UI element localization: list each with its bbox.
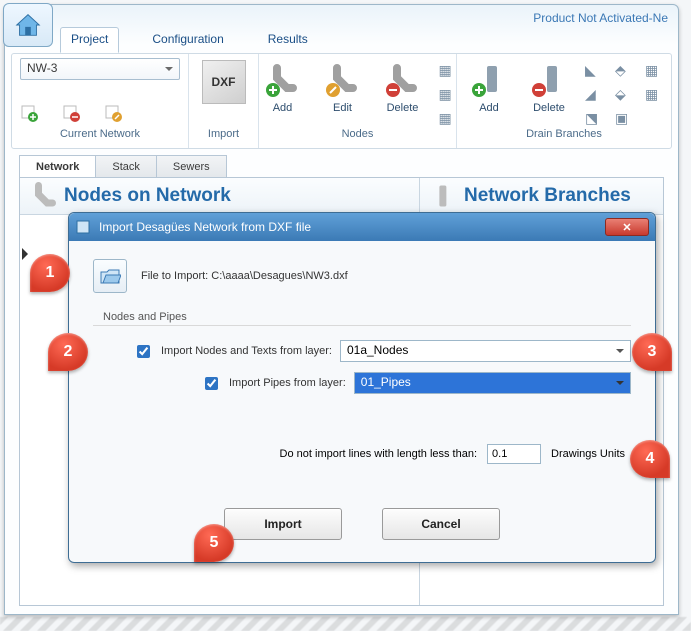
min-length-input[interactable] bbox=[487, 444, 541, 464]
close-icon: ✕ bbox=[622, 221, 631, 234]
group-label: Nodes and Pipes bbox=[103, 311, 631, 323]
subtab-network[interactable]: Network bbox=[19, 155, 96, 179]
fitting-icon[interactable]: ⬘ bbox=[615, 62, 633, 78]
ribbon: NW-3 Current Network DXF bbox=[11, 53, 672, 149]
folder-open-icon bbox=[99, 265, 121, 287]
tab-results[interactable]: Results bbox=[257, 27, 319, 53]
grid-icon-4[interactable]: ▦ bbox=[645, 62, 663, 78]
network-mini-icons bbox=[20, 104, 180, 122]
pipes-layer-combo[interactable]: 01_Pipes bbox=[354, 372, 631, 394]
import-dxf-dialog: Import Desagües Network from DXF file ✕ … bbox=[68, 212, 656, 563]
callout-2: 2 bbox=[48, 333, 88, 371]
ribbon-title-current-network: Current Network bbox=[60, 126, 140, 140]
ribbon-title-nodes: Nodes bbox=[342, 126, 374, 140]
dxf-icon: DXF bbox=[202, 60, 246, 104]
ribbon-title-import: Import bbox=[208, 126, 239, 140]
network-edit-icon[interactable] bbox=[104, 104, 122, 122]
import-pipes-row: Import Pipes from layer: 01_Pipes bbox=[201, 372, 631, 394]
elbow-icon-2[interactable]: ◢ bbox=[585, 86, 603, 102]
network-add-icon[interactable] bbox=[20, 104, 38, 122]
drain-small-icons-3: ▦ ▦ bbox=[645, 58, 663, 102]
app-orb-button[interactable] bbox=[3, 3, 53, 47]
dialog-titlebar[interactable]: Import Desagües Network from DXF file ✕ bbox=[69, 213, 655, 241]
grid-icon-2[interactable]: ▦ bbox=[439, 86, 457, 102]
pipe-add-icon bbox=[263, 60, 303, 100]
tab-configuration[interactable]: Configuration bbox=[141, 27, 234, 53]
drain-delete-icon bbox=[529, 60, 569, 100]
ribbon-group-current-network: NW-3 Current Network bbox=[12, 54, 189, 148]
row-indicator-icon bbox=[22, 248, 34, 260]
min-length-label: Do not import lines with length less tha… bbox=[280, 448, 478, 460]
import-nodes-checkbox[interactable] bbox=[137, 345, 150, 358]
activation-status: Product Not Activated-Ne bbox=[533, 11, 668, 25]
browse-file-button[interactable] bbox=[93, 259, 127, 293]
drain-delete-label: Delete bbox=[533, 102, 565, 114]
callout-1: 1 bbox=[30, 254, 70, 292]
file-row: File to Import: C:\aaaa\Desagues\NW3.dxf bbox=[93, 259, 631, 293]
drain-add-label: Add bbox=[479, 102, 499, 114]
main-menu: Project Configuration Results bbox=[60, 27, 319, 53]
pane-nodes-header: Nodes on Network bbox=[20, 178, 419, 215]
grid-icon-5[interactable]: ▦ bbox=[645, 86, 663, 102]
pane-branches-header: Network Branches bbox=[420, 178, 663, 215]
drain-add-icon bbox=[469, 60, 509, 100]
home-icon bbox=[13, 10, 43, 40]
file-path-label: File to Import: C:\aaaa\Desagues\NW3.dxf bbox=[141, 270, 348, 282]
import-nodes-row: Import Nodes and Texts from layer: 01a_N… bbox=[133, 340, 631, 362]
branch-pipe-icon bbox=[428, 182, 456, 210]
pipe-icon bbox=[28, 182, 56, 210]
cancel-button[interactable]: Cancel bbox=[382, 508, 500, 540]
import-dxf-button[interactable]: DXF bbox=[198, 58, 250, 106]
drain-add-button[interactable]: Add bbox=[465, 58, 513, 116]
import-nodes-label: Import Nodes and Texts from layer: bbox=[161, 345, 332, 357]
import-pipes-checkbox[interactable] bbox=[205, 377, 218, 390]
nodes-list-icons: ▦ ▦ ▦ bbox=[439, 58, 457, 126]
min-length-row: Do not import lines with length less tha… bbox=[93, 444, 625, 464]
fitting-icon-3[interactable]: ▣ bbox=[615, 110, 633, 126]
dialog-button-row: Import Cancel bbox=[93, 508, 631, 540]
callout-3: 3 bbox=[632, 333, 672, 371]
nodes-add-label: Add bbox=[273, 102, 293, 114]
nodes-delete-button[interactable]: Delete bbox=[379, 58, 427, 116]
dialog-title-text: Import Desagües Network from DXF file bbox=[99, 220, 311, 234]
nodes-layer-combo[interactable]: 01a_Nodes bbox=[340, 340, 631, 362]
nodes-edit-button[interactable]: Edit bbox=[319, 58, 367, 116]
import-button[interactable]: Import bbox=[224, 508, 342, 540]
ribbon-title-drain: Drain Branches bbox=[526, 126, 602, 140]
close-button[interactable]: ✕ bbox=[605, 218, 649, 236]
callout-5: 5 bbox=[194, 524, 234, 562]
subtab-sewers[interactable]: Sewers bbox=[157, 155, 227, 179]
subtabs: Network Stack Sewers bbox=[19, 155, 227, 179]
pane-branches-title: Network Branches bbox=[464, 185, 631, 207]
pipe-edit-icon bbox=[323, 60, 363, 100]
nodes-add-button[interactable]: Add bbox=[259, 58, 307, 116]
subtab-stack[interactable]: Stack bbox=[96, 155, 157, 179]
ribbon-group-import: DXF Import bbox=[189, 54, 259, 148]
elbow-icon-3[interactable]: ⬔ bbox=[585, 110, 603, 126]
group-rule bbox=[93, 325, 631, 326]
grid-icon[interactable]: ▦ bbox=[439, 62, 457, 78]
nodes-edit-label: Edit bbox=[333, 102, 352, 114]
torn-edge-decoration bbox=[0, 617, 691, 631]
import-pipes-label: Import Pipes from layer: bbox=[229, 377, 346, 389]
callout-4: 4 bbox=[630, 440, 670, 478]
drain-small-icons-2: ⬘ ⬙ ▣ bbox=[615, 58, 633, 126]
drain-small-icons-1: ◣ ◢ ⬔ bbox=[585, 58, 603, 126]
network-delete-icon[interactable] bbox=[62, 104, 80, 122]
dialog-icon bbox=[75, 219, 91, 235]
drain-delete-button[interactable]: Delete bbox=[525, 58, 573, 116]
pane-nodes-title: Nodes on Network bbox=[64, 185, 231, 207]
grid-icon-3[interactable]: ▦ bbox=[439, 110, 457, 126]
fitting-icon-2[interactable]: ⬙ bbox=[615, 86, 633, 102]
tab-project[interactable]: Project bbox=[60, 27, 119, 53]
nodes-delete-label: Delete bbox=[387, 102, 419, 114]
ribbon-group-drain: Add Delete ◣ ◢ ⬔ ⬘ ⬙ ▣ bbox=[457, 54, 671, 148]
min-length-units: Drawings Units bbox=[551, 448, 625, 460]
dialog-body: File to Import: C:\aaaa\Desagues\NW3.dxf… bbox=[69, 241, 655, 562]
ribbon-group-nodes: Add Edit Delete ▦ ▦ ▦ bbox=[259, 54, 457, 148]
pipe-delete-icon bbox=[383, 60, 423, 100]
network-combo[interactable]: NW-3 bbox=[20, 58, 180, 80]
elbow-icon[interactable]: ◣ bbox=[585, 62, 603, 78]
